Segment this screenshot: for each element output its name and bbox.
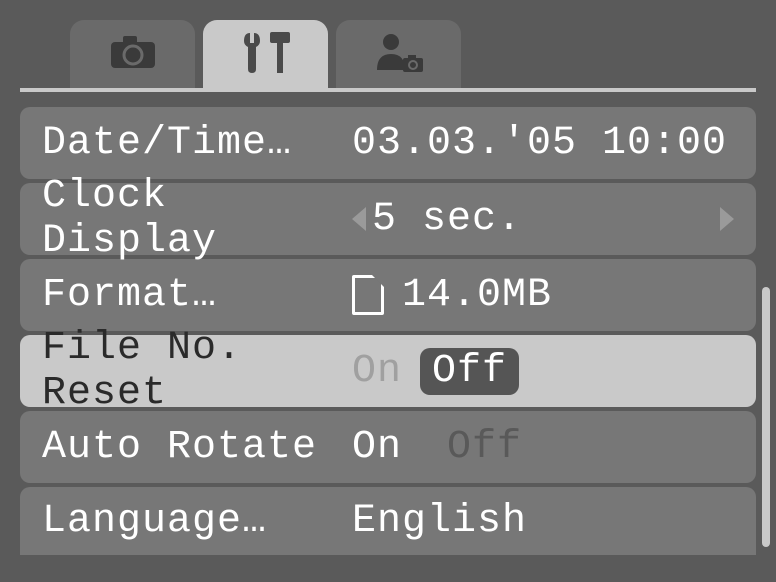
menu-value: 03.03.'05 10:00 — [352, 121, 727, 166]
menu-value: 14.0MB — [402, 273, 552, 318]
toggle-off-label: Off — [447, 425, 522, 470]
toggle-off-label: Off — [420, 348, 519, 395]
menu-item-file-no-reset[interactable]: File No. Reset On Off — [20, 335, 756, 407]
menu-label: Language… — [42, 499, 352, 544]
tab-camera[interactable] — [70, 20, 195, 88]
menu-item-format[interactable]: Format… 14.0MB — [20, 259, 756, 331]
tab-bar — [20, 0, 756, 92]
toggle-value: On Off — [352, 425, 522, 470]
person-camera-icon — [373, 30, 425, 79]
camera-icon — [109, 34, 157, 75]
chevron-left-icon — [352, 207, 366, 231]
menu-value: English — [352, 499, 527, 544]
chevron-right-icon — [720, 207, 734, 231]
menu-value: 5 sec. — [372, 197, 522, 242]
menu-item-clock-display[interactable]: Clock Display 5 sec. — [20, 183, 756, 255]
settings-menu: Date/Time… 03.03.'05 10:00 Clock Display… — [0, 92, 776, 555]
menu-label: Clock Display — [42, 174, 352, 264]
scrollbar[interactable] — [762, 287, 770, 547]
menu-item-date-time[interactable]: Date/Time… 03.03.'05 10:00 — [20, 107, 756, 179]
menu-item-auto-rotate[interactable]: Auto Rotate On Off — [20, 411, 756, 483]
menu-label: Format… — [42, 273, 352, 318]
toggle-value: On Off — [352, 348, 519, 395]
toggle-on-label: On — [352, 425, 402, 470]
tools-icon — [236, 27, 296, 82]
toggle-on-label: On — [352, 349, 402, 394]
document-icon — [352, 275, 384, 315]
tab-user[interactable] — [336, 20, 461, 88]
menu-label: Auto Rotate — [42, 425, 352, 470]
menu-label: File No. Reset — [42, 326, 352, 416]
menu-label: Date/Time… — [42, 121, 352, 166]
tab-setup[interactable] — [203, 20, 328, 88]
menu-item-language[interactable]: Language… English — [20, 487, 756, 555]
